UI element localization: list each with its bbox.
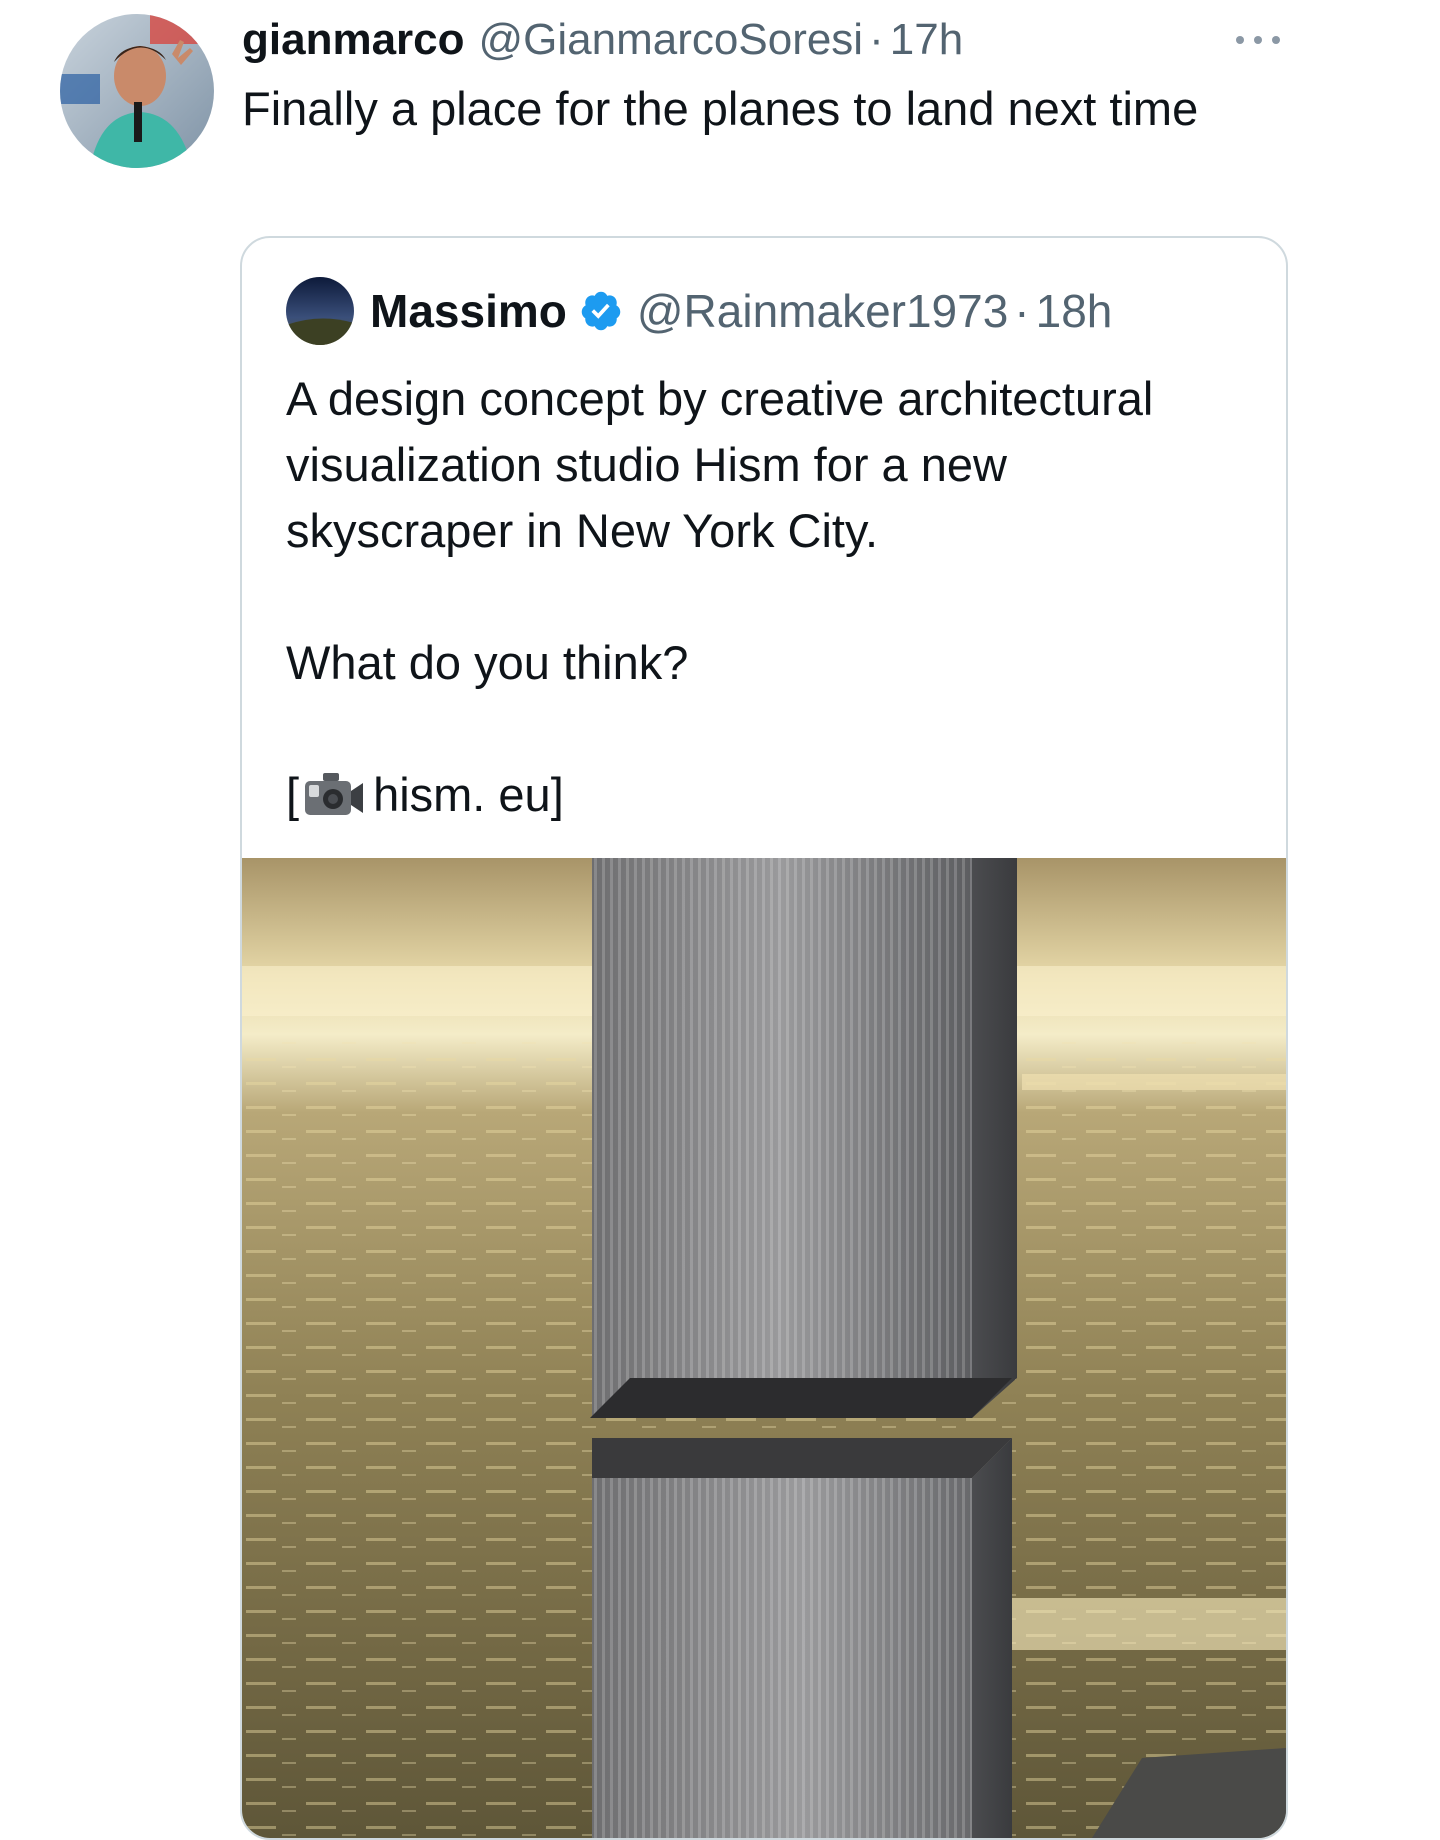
separator-dot: · xyxy=(1014,285,1030,337)
separator-dot: · xyxy=(869,15,884,64)
quoted-tweet-header: Massimo @Rainmaker1973 · 18h xyxy=(286,276,1112,346)
quoted-tweet-timestamp[interactable]: 18h xyxy=(1036,284,1113,338)
quoted-tweet-text: A design concept by creative architectur… xyxy=(286,366,1246,828)
quoted-tweet-media[interactable] xyxy=(242,858,1286,1838)
tweet-text: Finally a place for the planes to land n… xyxy=(242,82,1199,135)
tweet: gianmarco @GianmarcoSoresi · 17h Finally… xyxy=(0,0,1440,1840)
quoted-author-avatar[interactable] xyxy=(286,277,354,345)
quoted-link[interactable]: hism. eu] xyxy=(373,762,564,828)
user-avatar[interactable] xyxy=(60,14,214,168)
author-handle[interactable]: @GianmarcoSoresi xyxy=(479,10,864,70)
verified-badge-icon xyxy=(579,289,623,333)
quoted-paragraph-2: What do you think? xyxy=(286,636,689,689)
quoted-author-display-name[interactable]: Massimo xyxy=(370,284,567,338)
quoted-link-line: [ hism. eu] xyxy=(286,762,1246,828)
video-camera-icon xyxy=(301,767,367,823)
quoted-tweet-card[interactable]: Massimo @Rainmaker1973 · 18h A design co… xyxy=(240,236,1288,1840)
link-bracket: [ xyxy=(286,768,300,821)
quoted-paragraph-1: A design concept by creative architectur… xyxy=(286,372,1154,557)
more-options-icon[interactable] xyxy=(1230,20,1286,60)
quoted-author-handle[interactable]: @Rainmaker1973 xyxy=(637,284,1008,338)
tweet-header: gianmarco @GianmarcoSoresi · 17h xyxy=(242,10,963,70)
tweet-timestamp[interactable]: 17h xyxy=(890,10,963,70)
author-display-name[interactable]: gianmarco xyxy=(242,10,465,70)
